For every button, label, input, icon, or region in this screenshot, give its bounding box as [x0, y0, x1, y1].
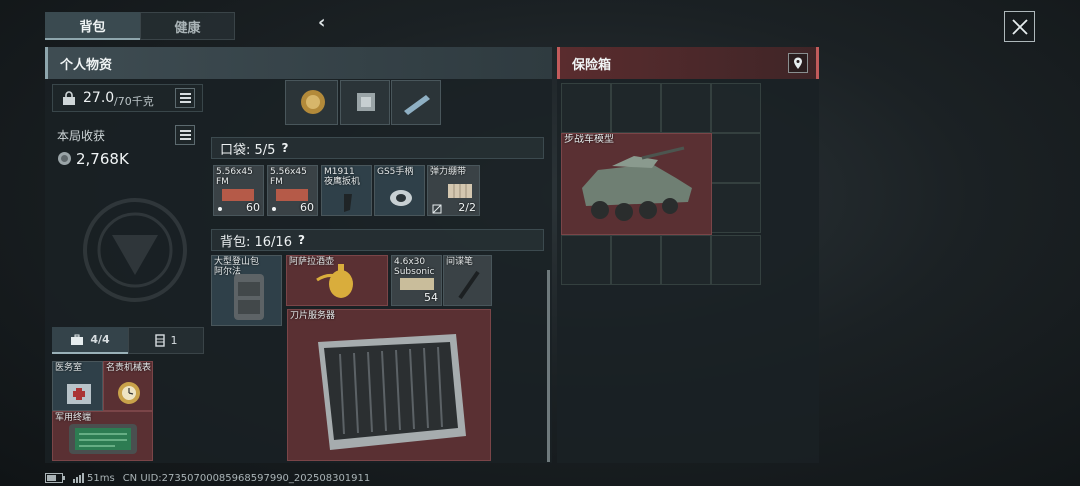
medal-icon — [301, 90, 325, 114]
flask-icon — [316, 264, 353, 298]
safe-slot[interactable] — [611, 235, 661, 285]
secure-item-terminal[interactable]: 军用终端 — [52, 411, 153, 461]
pocket-item-trigger[interactable]: M1911 夜鹰扳机 — [321, 165, 372, 216]
item-name: GS5手柄 — [377, 167, 414, 177]
safe-slot[interactable] — [661, 83, 711, 133]
safe-header: 保险箱 — [557, 47, 819, 79]
backpack-help-icon[interactable]: ? — [298, 233, 305, 247]
item-name: 医务室 — [55, 363, 83, 373]
close-icon — [1011, 18, 1028, 35]
item-count: 54 — [424, 291, 438, 304]
backpack-item-large-pack[interactable]: 大型登山包 阿尔法 — [211, 255, 282, 326]
safe-slot[interactable] — [711, 235, 761, 285]
terminal-icon — [69, 424, 137, 454]
safe-slot[interactable] — [611, 83, 661, 133]
pocket-item-grip[interactable]: GS5手柄 — [374, 165, 425, 216]
status-bar: 51ms CN UID:27350700085968597990_2025083… — [45, 470, 370, 486]
harvest-label: 本局收获 — [57, 129, 106, 143]
weight-value: 27.0 — [83, 90, 115, 106]
pocket-label: 口袋: 5/5 — [220, 142, 276, 158]
weight-list-button[interactable] — [175, 88, 195, 108]
pocket-item-ammo-2[interactable]: 5.56x45 FM 60 — [267, 165, 318, 216]
backpack-icon — [234, 274, 264, 320]
pocket-header: 口袋: 5/5 ? — [211, 137, 544, 159]
backpack-item-spy-pen[interactable]: 间谍笔 — [443, 255, 492, 306]
backpack-item-blade-server[interactable]: 刀片服务器 — [287, 309, 491, 461]
item-name: M1911 夜鹰扳机 — [324, 167, 361, 187]
pocket-item-bandage[interactable]: 弹力绷带 2/2 — [427, 165, 480, 216]
pocket-item-ammo-1[interactable]: 5.56x45 FM 60 — [213, 165, 264, 216]
item-name: 刀片服务器 — [290, 311, 336, 321]
weight-box: 27.0 /70千克 — [52, 84, 203, 112]
close-button[interactable] — [1004, 11, 1035, 42]
chevron-left-icon[interactable]: ‹ — [318, 12, 334, 33]
ifv-model-icon — [582, 146, 692, 221]
signal-icon — [73, 473, 84, 483]
top-item-3[interactable] — [391, 80, 441, 125]
item-name: 弹力绷带 — [430, 167, 467, 177]
trigger-icon — [344, 194, 352, 212]
backpack-label: 背包: 16/16 — [220, 234, 292, 250]
secure-item-medkit[interactable]: 医务室 — [52, 361, 103, 411]
top-item-1[interactable] — [285, 80, 338, 125]
usb-icon — [404, 95, 430, 115]
medkit-icon — [67, 384, 91, 404]
safe-slot[interactable] — [561, 83, 611, 133]
ammo-box-icon — [400, 278, 434, 290]
personal-header: 个人物资 — [45, 47, 552, 79]
safe-slot[interactable] — [711, 133, 761, 183]
backpack-header: 背包: 16/16 ? — [211, 229, 544, 251]
grip-icon — [390, 190, 412, 206]
container-tab-secure-count: 4/4 — [90, 333, 110, 346]
scrollbar[interactable] — [547, 270, 550, 462]
harvest-list-button[interactable] — [175, 125, 195, 145]
item-name: 4.6x30 Subsonic — [394, 257, 435, 277]
coin-icon — [58, 152, 71, 165]
top-item-2[interactable] — [340, 80, 390, 125]
case-icon — [154, 334, 165, 347]
container-tab-2[interactable]: 1 — [128, 327, 204, 354]
ping-value: 51ms — [87, 472, 115, 484]
personal-title: 个人物资 — [60, 57, 113, 73]
battery-icon — [45, 473, 65, 483]
item-name: 名贵机械表 — [106, 363, 152, 373]
container-tab-secure[interactable]: 4/4 — [52, 327, 128, 354]
harvest-value: 2,768K — [76, 150, 129, 168]
tab-health[interactable]: 健康 — [140, 12, 235, 40]
no-repair-icon — [432, 204, 442, 214]
item-count: 2/2 — [458, 201, 476, 214]
tab-backpack[interactable]: 背包 — [45, 12, 140, 40]
weight-max: /70千克 — [114, 95, 154, 108]
container-tab-2-count: 1 — [170, 334, 178, 347]
item-name: 5.56x45 FM — [216, 167, 253, 187]
location-button[interactable] — [788, 53, 808, 73]
ammo-dot — [272, 207, 276, 211]
item-name: 5.56x45 FM — [270, 167, 307, 187]
bandage-icon — [448, 184, 472, 198]
safe-slot[interactable] — [711, 83, 761, 133]
backpack-item-flask[interactable]: 阿萨拉酒壶 — [286, 255, 388, 306]
pocket-help-icon[interactable]: ? — [281, 141, 288, 155]
lock-weight-icon — [63, 91, 75, 105]
item-count: 60 — [246, 201, 260, 214]
item-name: 间谍笔 — [446, 257, 474, 267]
item-count: 60 — [300, 201, 314, 214]
server-icon — [318, 334, 466, 450]
safe-slot[interactable] — [711, 183, 761, 233]
uid-text: CN UID:27350700085968597990_202508301911 — [122, 472, 371, 484]
emblem-watermark — [83, 198, 187, 302]
safe-item-ifv-model[interactable]: 步战车模型 — [561, 133, 712, 235]
safe-slot[interactable] — [561, 235, 611, 285]
safe-title: 保险箱 — [572, 57, 612, 73]
safe-slot[interactable] — [661, 235, 711, 285]
ammo-dot — [218, 207, 222, 211]
pen-icon — [458, 270, 480, 300]
briefcase-icon — [71, 334, 84, 345]
chip-icon — [357, 93, 375, 111]
watch-icon — [118, 382, 140, 404]
backpack-item-ammo-46[interactable]: 4.6x30 Subsonic 54 — [391, 255, 442, 306]
location-pin-icon — [794, 57, 802, 69]
secure-item-watch[interactable]: 名贵机械表 — [103, 361, 153, 411]
